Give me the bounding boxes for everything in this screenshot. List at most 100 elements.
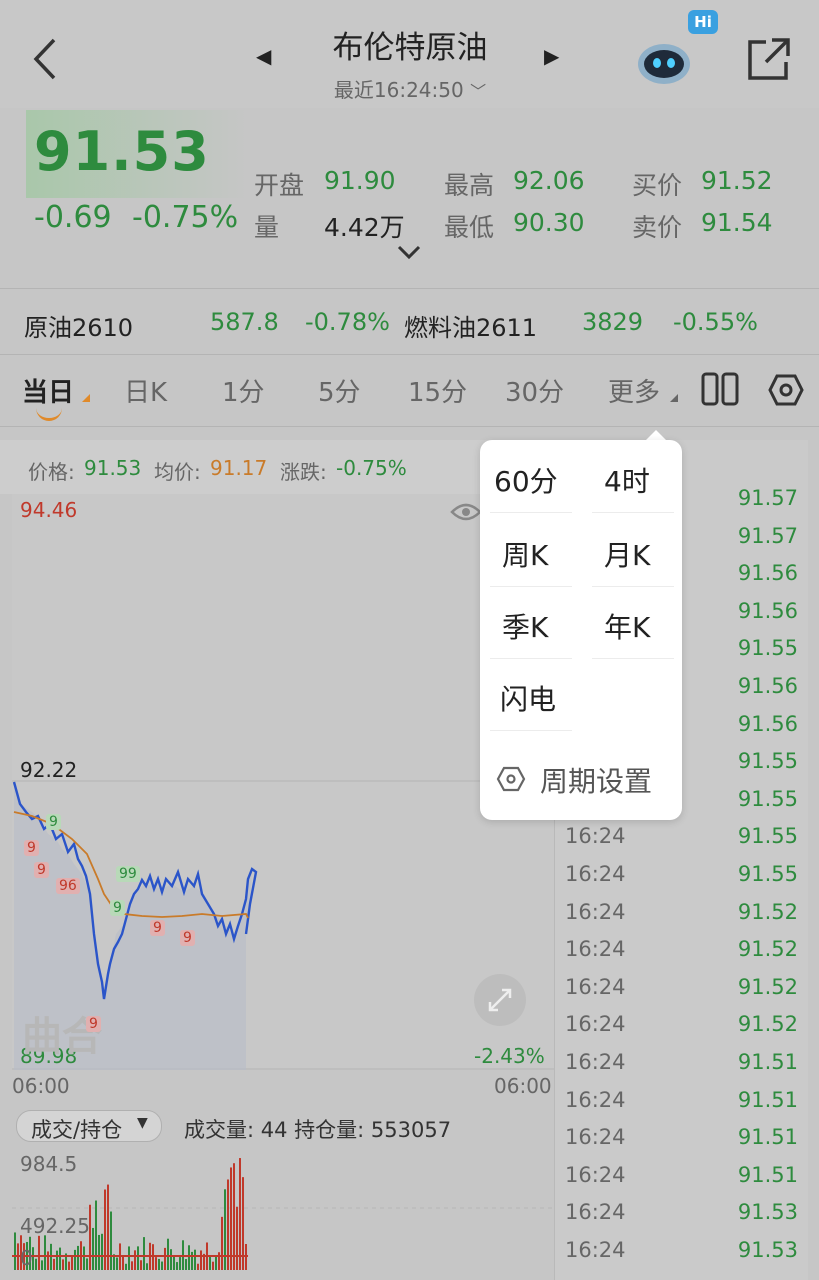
avg-info-label: 均价: [154, 460, 201, 484]
trade-marker[interactable]: 96 [56, 878, 80, 894]
share-icon[interactable] [744, 34, 794, 84]
volume-bar [68, 1261, 70, 1270]
volume-bar [200, 1250, 202, 1270]
chg-info-value: -0.75% [336, 456, 407, 480]
volume-dropdown[interactable]: 成交/持仓 ▼ [16, 1110, 162, 1142]
expand-quote-icon[interactable] [396, 244, 422, 265]
divider [0, 288, 819, 289]
volume-chart[interactable] [12, 1150, 554, 1272]
tick-price: 91.56 [737, 561, 798, 586]
volume-bar [41, 1260, 43, 1270]
tab-5min[interactable]: 5分 [318, 372, 361, 409]
trade-marker[interactable]: 9 [110, 900, 125, 916]
tab-more[interactable]: 更多 [608, 372, 660, 409]
menu-item-quarter-k[interactable]: 季K [502, 606, 548, 646]
tick-time: 16:24 [565, 1162, 626, 1187]
intraday-chart-svg [12, 780, 554, 1070]
tab-15min[interactable]: 15分 [408, 372, 467, 409]
trade-marker[interactable]: 9 [150, 920, 165, 936]
trade-marker[interactable]: 9 [86, 1016, 101, 1032]
menu-item-60min[interactable]: 60分 [494, 460, 558, 500]
tick-price: 91.55 [737, 862, 798, 886]
robot-assistant-icon[interactable] [636, 38, 692, 86]
volume-info-bar: 成交/持仓 ▼ 成交量: 44 持仓量: 553057 [0, 1106, 554, 1150]
volume-bar [74, 1249, 76, 1270]
settings-hexagon-icon[interactable] [768, 374, 804, 410]
menu-item-month-k[interactable]: 月K [604, 534, 650, 574]
update-time[interactable]: 最近16:24:50 ﹀ [320, 74, 500, 103]
trade-marker[interactable]: 9 [34, 862, 49, 878]
volume-bar [143, 1237, 145, 1270]
volume-bar [239, 1158, 241, 1270]
watermark-logo: 曲合 [22, 1004, 102, 1062]
fullscreen-icon[interactable] [474, 974, 526, 1026]
volume-bar [194, 1249, 196, 1270]
trade-marker[interactable]: 9 [180, 930, 195, 946]
related-contracts: 原油2610 587.8 -0.78% 燃料油2611 3829 -0.55% [0, 296, 819, 352]
volume-bar [230, 1167, 232, 1270]
volume-bar [98, 1234, 100, 1270]
low-value: 90.30 [513, 208, 585, 237]
volume-bar [77, 1245, 79, 1270]
volume-bar [110, 1211, 112, 1270]
back-icon[interactable] [28, 34, 64, 84]
tick-price: 91.51 [737, 1087, 798, 1112]
tick-time: 16:24 [565, 1087, 626, 1112]
volume-y-mid: 492.25 [20, 1214, 90, 1238]
tick-row: 16:24 91.52 [555, 937, 808, 974]
intraday-chart[interactable] [12, 494, 554, 1070]
related-price: 587.8 [210, 308, 279, 336]
chart-info-bar: 价格: 91.53 均价: 91.17 涨跌: -0.75% [0, 440, 554, 494]
hi-badge: Hi [688, 10, 718, 34]
tick-price: 91.53 [737, 1238, 798, 1262]
volume-bar [131, 1261, 133, 1270]
last-price: 91.53 [34, 120, 210, 183]
next-instrument-icon[interactable]: ▶ [544, 44, 559, 68]
tick-row: 16:24 91.53 [555, 1238, 808, 1275]
period-settings-button[interactable]: 周期设置 [496, 760, 676, 800]
tab-30min[interactable]: 30分 [505, 372, 564, 409]
tab-intraday[interactable]: 当日 [22, 372, 74, 409]
volume-bar [236, 1206, 238, 1270]
tick-price: 91.52 [737, 899, 798, 924]
tab-1min[interactable]: 1分 [222, 372, 265, 409]
volume-bar [161, 1261, 163, 1270]
trade-marker[interactable]: 99 [116, 866, 140, 882]
menu-item-week-k[interactable]: 周K [502, 534, 548, 574]
menu-divider [490, 730, 572, 731]
eye-icon[interactable] [450, 500, 482, 524]
tick-time: 16:24 [565, 974, 626, 999]
high-label: 最高 [444, 171, 495, 200]
related-name: 燃料油2611 [404, 314, 538, 342]
x-axis-right: 06:00 [494, 1074, 552, 1098]
trade-marker[interactable]: 9 [46, 814, 61, 830]
volume-bar [191, 1251, 193, 1270]
tab-daily-k[interactable]: 日K [124, 372, 167, 409]
volume-bar [101, 1233, 103, 1270]
related-price: 3829 [582, 308, 644, 336]
related-item[interactable]: 原油2610 587.8 -0.78% [0, 296, 400, 352]
bid-label: 买价 [632, 171, 683, 200]
tick-price: 91.55 [737, 824, 798, 849]
tab-corner-icon [82, 394, 90, 402]
volume-bar [35, 1258, 37, 1270]
menu-item-lightning[interactable]: 闪电 [500, 678, 556, 718]
menu-item-4h[interactable]: 4时 [604, 460, 650, 500]
prev-instrument-icon[interactable]: ◀ [256, 44, 271, 68]
related-item[interactable]: 燃料油2611 3829 -0.55% [400, 296, 819, 352]
menu-item-year-k[interactable]: 年K [604, 606, 650, 646]
trade-marker[interactable]: 9 [24, 840, 39, 856]
tick-time: 16:24 [565, 862, 626, 886]
y-axis-mid: 92.22 [20, 758, 78, 782]
tick-time: 16:24 [565, 1050, 626, 1074]
avg-info-value: 91.17 [210, 456, 268, 480]
layout-toggle-icon[interactable] [701, 372, 739, 410]
volume-bar [233, 1163, 235, 1270]
tick-row: 16:24 91.52 [555, 1012, 808, 1049]
menu-divider [490, 658, 572, 659]
volume-bar [209, 1255, 211, 1270]
volume-bar [155, 1257, 157, 1270]
tick-price: 91.52 [737, 1012, 798, 1037]
volume-bar [14, 1232, 16, 1270]
chg-info-label: 涨跌: [280, 460, 327, 484]
